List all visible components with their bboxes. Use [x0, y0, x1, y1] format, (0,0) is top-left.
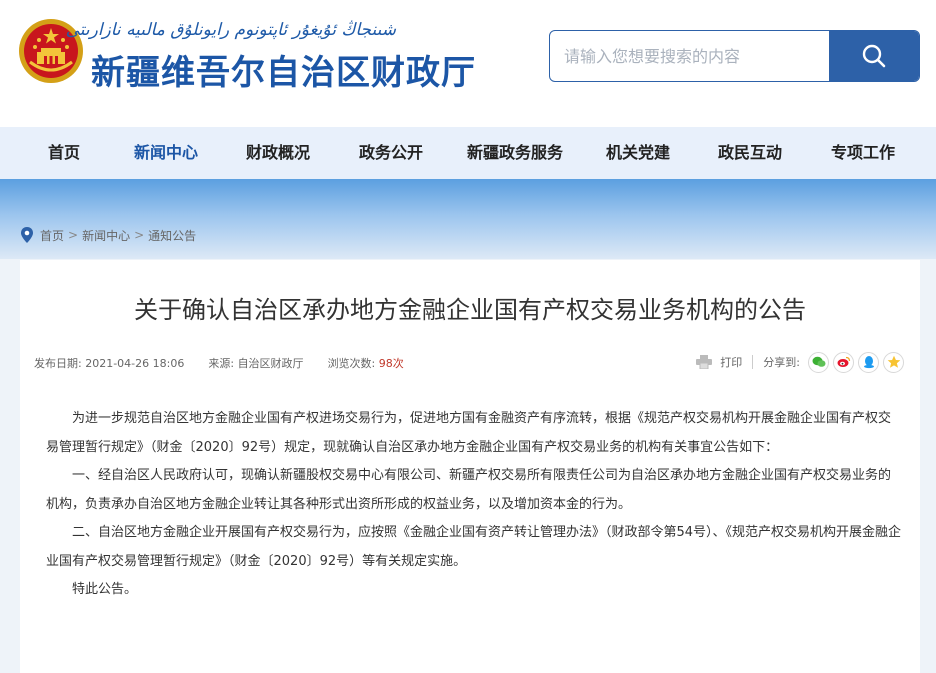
- nav-item-news-center[interactable]: 新闻中心: [120, 127, 212, 179]
- view-count: 浏览次数: 98次: [328, 355, 404, 371]
- nav-item-government-affairs[interactable]: 政务公开: [345, 127, 437, 179]
- print-button[interactable]: 打印: [720, 354, 742, 370]
- site-header: شىنجاڭ ئۇيغۇر ئاپتونوم رايونلۇق مالىيە ن…: [0, 0, 936, 127]
- publish-date: 发布日期: 2021-04-26 18:06: [34, 355, 184, 371]
- nav-item-finance-overview[interactable]: 财政概况: [232, 127, 324, 179]
- article-paragraph: 二、自治区地方金融企业开展国有产权交易行为，应按照《金融企业国有资产转让管理办法…: [46, 525, 902, 569]
- publish-date-label: 发布日期:: [34, 357, 82, 370]
- search-button[interactable]: [829, 31, 919, 81]
- source: 来源: 自治区财政厅: [208, 355, 303, 371]
- search-input[interactable]: [550, 31, 830, 81]
- nav-item-public-interaction[interactable]: 政民互动: [704, 127, 796, 179]
- article-title: 关于确认自治区承办地方金融企业国有产权交易业务机构的公告: [134, 296, 806, 324]
- search-icon: [862, 44, 886, 68]
- nav-item-party-building[interactable]: 机关党建: [592, 127, 684, 179]
- article-meta: 发布日期: 2021-04-26 18:06 来源: 自治区财政厅 浏览次数: …: [34, 355, 428, 371]
- nav-item-special-work[interactable]: 专项工作: [817, 127, 909, 179]
- source-value: 自治区财政厅: [237, 357, 304, 370]
- main-nav: 首页 新闻中心 财政概况 政务公开 新疆政务服务 机关党建 政民互动 专项工作: [0, 127, 936, 179]
- article-body: 为进一步规范自治区地方金融企业国有产权进场交易行为，促进地方国有金融资产有序流转…: [46, 405, 902, 605]
- header-banner: [0, 179, 936, 259]
- share-qq-button[interactable]: [858, 351, 879, 373]
- breadcrumb-separator: >: [68, 228, 79, 242]
- weibo-icon: [837, 356, 850, 367]
- breadcrumb-home[interactable]: 首页: [40, 227, 64, 244]
- article-paragraph: 为进一步规范自治区地方金融企业国有产权进场交易行为，促进地方国有金融资产有序流转…: [46, 411, 892, 455]
- tools-divider: [752, 355, 754, 369]
- qzone-icon: [887, 355, 900, 368]
- share-wechat-button[interactable]: [808, 351, 829, 373]
- share-qzone-button[interactable]: [883, 351, 904, 373]
- breadcrumb-separator: >: [134, 228, 145, 242]
- article-tools: 打印 分享到:: [696, 350, 904, 374]
- source-label: 来源:: [208, 357, 235, 370]
- site-title-uyghur: شىنجاڭ ئۇيغۇر ئاپتونوم رايونلۇق مالىيە ن…: [65, 20, 396, 40]
- article-paragraph: 一、经自治区人民政府认可，现确认新疆股权交易中心有限公司、新疆产权交易所有限责任…: [46, 468, 892, 512]
- nav-item-xinjiang-services[interactable]: 新疆政务服务: [455, 127, 575, 179]
- publish-date-value: 2021-04-26 18:06: [85, 357, 185, 370]
- breadcrumb-notices[interactable]: 通知公告: [148, 227, 196, 244]
- printer-icon[interactable]: [696, 355, 713, 369]
- share-weibo-button[interactable]: [833, 351, 854, 373]
- search-box: [549, 30, 920, 82]
- view-count-value: 98次: [378, 357, 404, 370]
- site-title[interactable]: 新疆维吾尔自治区财政厅: [91, 45, 476, 94]
- article-card: 关于确认自治区承办地方金融企业国有产权交易业务机构的公告 发布日期: 2021-…: [20, 260, 920, 673]
- qq-icon: [863, 356, 874, 369]
- nav-item-home[interactable]: 首页: [18, 127, 110, 179]
- view-count-label: 浏览次数:: [327, 357, 376, 370]
- breadcrumb: 首页 > 新闻中心 > 通知公告: [20, 226, 196, 244]
- location-pin-icon: [21, 227, 33, 243]
- wechat-icon: [812, 356, 825, 367]
- breadcrumb-news-center[interactable]: 新闻中心: [82, 227, 130, 244]
- article-paragraph: 特此公告。: [72, 582, 138, 597]
- share-label: 分享到:: [763, 356, 800, 369]
